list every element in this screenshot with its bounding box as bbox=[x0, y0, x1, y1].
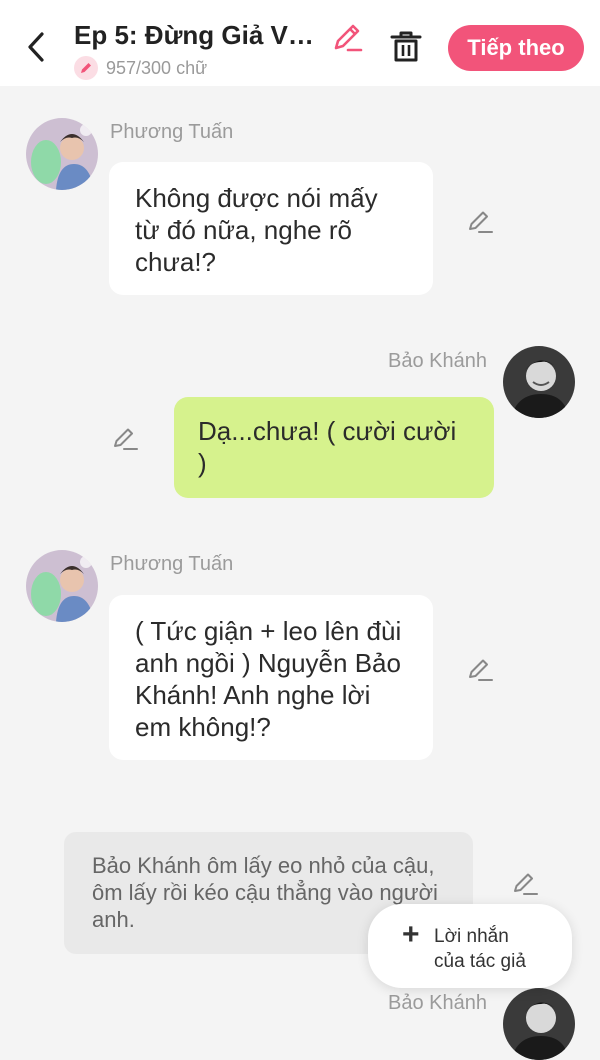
chevron-left-icon bbox=[28, 32, 44, 62]
author-note-label: Lời nhắn của tác giả bbox=[434, 926, 526, 972]
word-count: 957/300 chữ bbox=[106, 57, 208, 78]
message-bubble[interactable]: ( Tức giận + leo lên đùi anh ngồi ) Nguy… bbox=[109, 595, 433, 760]
top-bar: Ep 5: Đừng Giả Vờ ... 957/300 chữ Tiếp t… bbox=[0, 0, 600, 86]
trash-icon bbox=[390, 31, 422, 62]
sender-name: Phương Tuấn bbox=[110, 553, 234, 575]
next-button[interactable]: Tiếp theo bbox=[448, 25, 584, 71]
word-counter: 957/300 chữ bbox=[74, 56, 207, 80]
edit-message-button[interactable] bbox=[111, 424, 139, 452]
plus-icon: + bbox=[402, 918, 420, 951]
sender-name: Bảo Khánh bbox=[388, 992, 487, 1014]
edit-message-button[interactable] bbox=[466, 655, 494, 683]
message-bubble[interactable]: Không được nói mấy từ đó nữa, nghe rõ ch… bbox=[109, 162, 433, 295]
avatar[interactable] bbox=[503, 988, 575, 1060]
author-note-button[interactable]: + Lời nhắn của tác giả bbox=[368, 904, 572, 988]
sender-name: Phương Tuấn bbox=[110, 121, 234, 143]
edit-message-button[interactable] bbox=[466, 207, 494, 235]
pencil-icon bbox=[114, 428, 138, 450]
avatar[interactable] bbox=[503, 346, 575, 418]
pencil-icon bbox=[469, 211, 493, 233]
pencil-icon bbox=[469, 659, 493, 681]
pencil-icon bbox=[514, 873, 538, 895]
message-bubble[interactable]: Dạ...chưa! ( cười cười ) bbox=[174, 397, 494, 498]
avatar[interactable] bbox=[26, 118, 98, 190]
sender-name: Bảo Khánh bbox=[388, 350, 487, 372]
delete-button[interactable] bbox=[388, 28, 424, 64]
edit-title-button[interactable] bbox=[330, 20, 364, 54]
back-button[interactable] bbox=[22, 26, 52, 68]
edit-message-button[interactable] bbox=[511, 869, 539, 897]
pencil-icon bbox=[334, 24, 363, 52]
avatar[interactable] bbox=[26, 550, 98, 622]
episode-title: Ep 5: Đừng Giả Vờ ... bbox=[74, 20, 320, 50]
pencil-icon bbox=[74, 56, 98, 80]
